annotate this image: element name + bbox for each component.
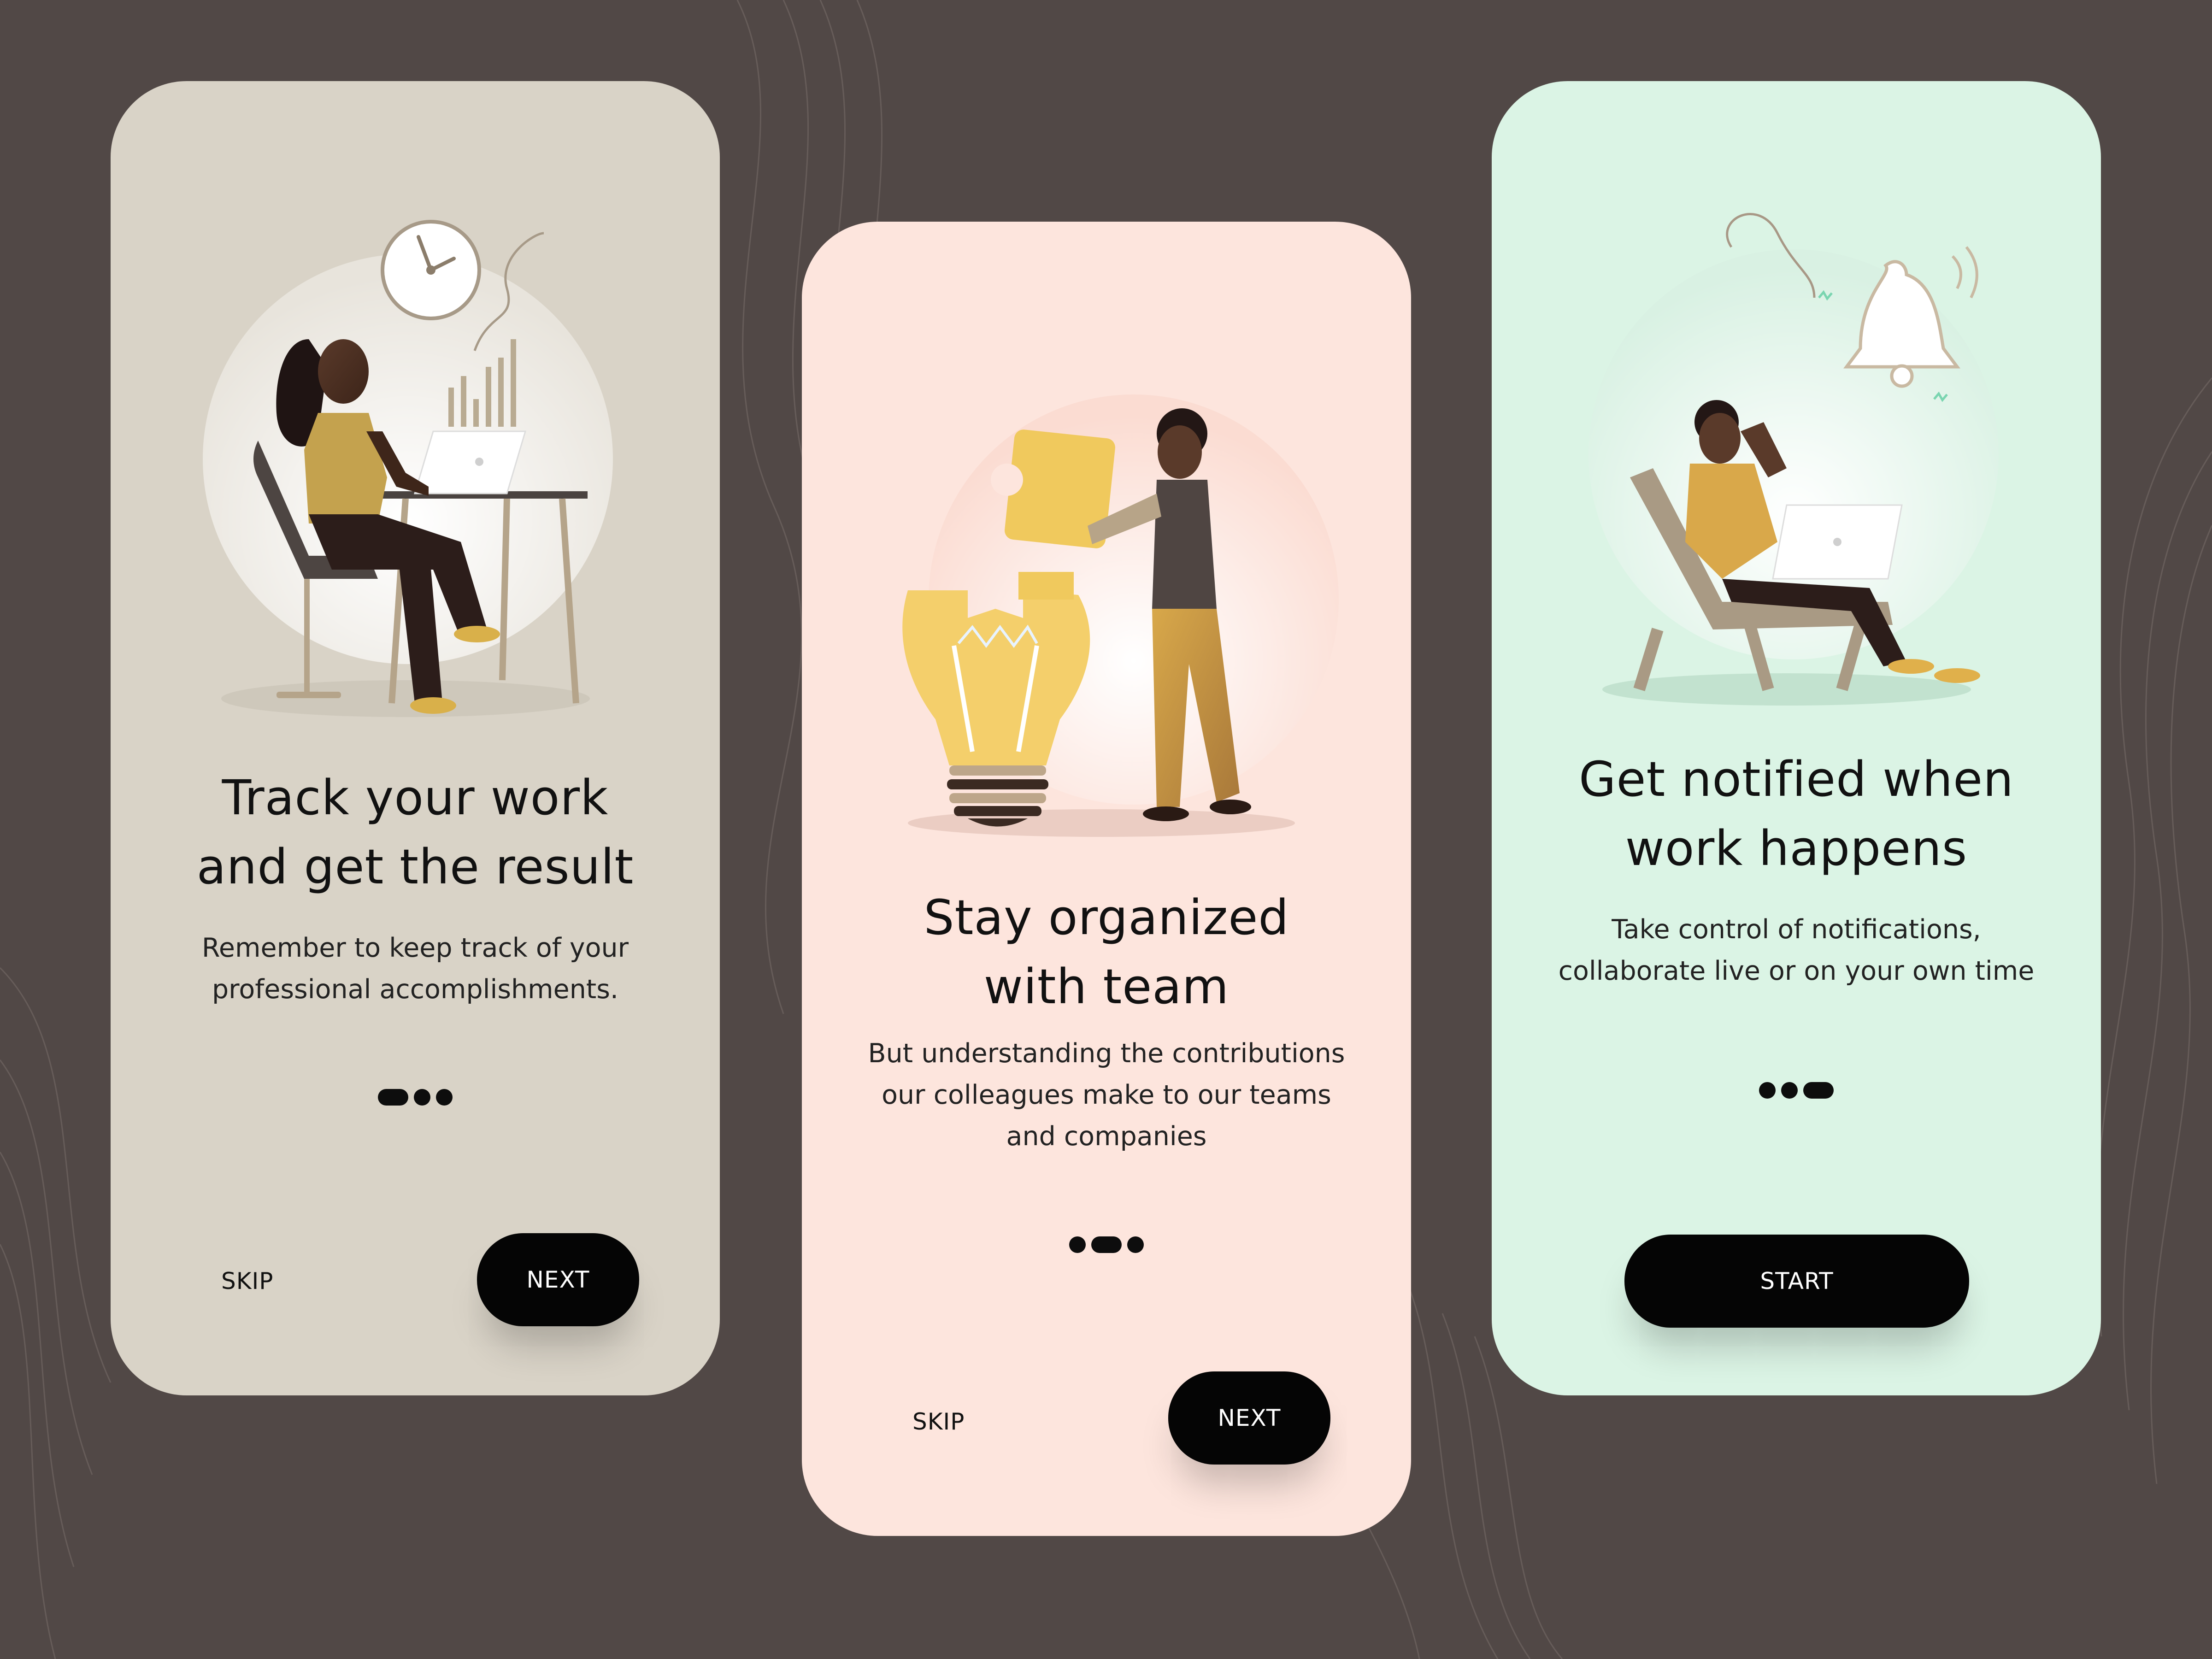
onboarding-screen-get-notified: Get notified when work happens Take cont… bbox=[1492, 81, 2101, 1395]
page-indicator bbox=[111, 1088, 720, 1106]
page-dot-2[interactable] bbox=[414, 1089, 430, 1106]
skip-button[interactable]: SKIP bbox=[912, 1408, 965, 1435]
onboarding-screen-stay-organized: Stay organized with team But understandi… bbox=[802, 222, 1411, 1536]
showcase-canvas: Track your work and get the result Remem… bbox=[0, 0, 2212, 1659]
page-dot-2[interactable] bbox=[1781, 1082, 1798, 1099]
puzzle-lightbulb-illustration bbox=[902, 394, 1339, 837]
page-description: Remember to keep track of your professio… bbox=[201, 933, 629, 1005]
page-title: Stay organized with team bbox=[924, 889, 1289, 1015]
page-dot-3[interactable] bbox=[1127, 1236, 1144, 1253]
start-button[interactable]: START bbox=[1624, 1235, 1969, 1328]
page-dot-3-active[interactable] bbox=[1803, 1082, 1834, 1099]
skip-button[interactable]: SKIP bbox=[221, 1268, 273, 1294]
man-lounge-chair-illustration bbox=[1588, 213, 1999, 706]
page-indicator bbox=[1492, 1081, 2101, 1100]
page-description: But understanding the contributions our … bbox=[868, 1038, 1345, 1152]
woman-working-illustration bbox=[203, 220, 613, 717]
next-button[interactable]: NEXT bbox=[1168, 1371, 1330, 1465]
page-indicator bbox=[802, 1235, 1411, 1254]
onboarding-screen-track-work: Track your work and get the result Remem… bbox=[111, 81, 720, 1395]
page-title: Get notified when work happens bbox=[1578, 751, 2014, 877]
page-description: Take control of notifications, collabora… bbox=[1558, 914, 2035, 986]
page-dot-1[interactable] bbox=[1069, 1236, 1086, 1253]
page-title: Track your work and get the result bbox=[196, 770, 634, 895]
next-button[interactable]: NEXT bbox=[477, 1233, 639, 1326]
page-dot-1[interactable] bbox=[1759, 1082, 1776, 1099]
page-dot-2-active[interactable] bbox=[1091, 1236, 1122, 1253]
page-dot-3[interactable] bbox=[436, 1089, 453, 1106]
page-dot-1-active[interactable] bbox=[378, 1089, 408, 1106]
